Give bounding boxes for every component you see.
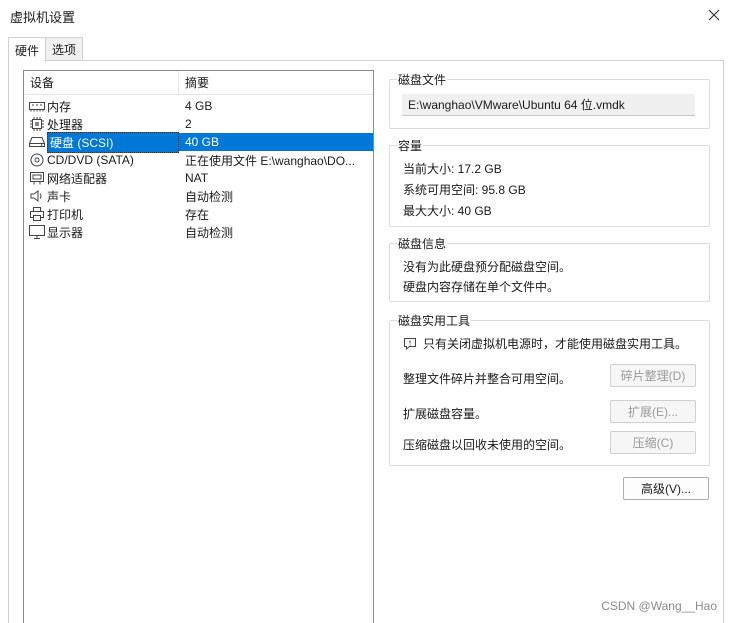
tab-strip: 硬件 选项 [8, 37, 84, 62]
group-title: 磁盘文件 [397, 71, 448, 88]
disk-file-path-field[interactable]: E:\wanghao\VMware\Ubuntu 64 位.vmdk [402, 94, 695, 116]
cd-dvd-icon [29, 153, 45, 167]
device-list[interactable]: 设备 摘要 内存 4 GB 处理器 2 硬盘 (SCSI) 40 GB CD/D… [23, 70, 374, 623]
device-summary: 40 GB [179, 133, 373, 151]
device-name: 处理器 [47, 117, 84, 132]
device-row-hard-disk[interactable]: 硬盘 (SCSI) 40 GB [24, 131, 373, 153]
device-summary: 4 GB [185, 99, 213, 113]
hard-disk-icon [29, 135, 45, 149]
device-name: 打印机 [47, 207, 84, 222]
device-name: 显示器 [47, 225, 84, 240]
close-button[interactable] [702, 3, 726, 27]
memory-icon [29, 99, 45, 113]
device-summary: NAT [185, 171, 209, 185]
group-title: 容量 [397, 137, 424, 154]
device-summary: 自动检测 [185, 225, 234, 240]
disk-info-line-1: 没有为此硬盘预分配磁盘空间。 [403, 260, 572, 274]
group-title: 磁盘实用工具 [397, 312, 472, 329]
disk-utilities-group: 磁盘实用工具 只有关闭虚拟机电源时，才能使用磁盘实用工具。 整理文件碎片并整合可… [389, 312, 710, 466]
device-summary: 存在 [185, 207, 210, 222]
disk-file-group: 磁盘文件 E:\wanghao\VMware\Ubuntu 64 位.vmdk [389, 71, 710, 129]
defragment-button[interactable]: 碎片整理(D) [610, 364, 696, 387]
processor-icon [29, 117, 45, 131]
compact-description: 压缩磁盘以回收未使用的空间。 [403, 438, 572, 452]
close-icon [708, 9, 720, 21]
tab-hardware[interactable]: 硬件 [8, 37, 47, 62]
device-row-network-adapter[interactable]: 网络适配器 NAT [24, 169, 373, 187]
capacity-group: 容量 当前大小: 17.2 GB 系统可用空间: 95.8 GB 最大大小: 4… [389, 137, 710, 227]
list-header: 设备 摘要 [24, 71, 373, 95]
group-title: 磁盘信息 [397, 235, 448, 252]
device-row-memory[interactable]: 内存 4 GB [24, 97, 373, 115]
current-size-text: 当前大小: 17.2 GB [403, 162, 502, 176]
expand-button[interactable]: 扩展(E)... [610, 400, 696, 423]
display-icon [29, 225, 45, 239]
window-title: 虚拟机设置 [10, 10, 76, 25]
disk-info-line-2: 硬盘内容存储在单个文件中。 [403, 280, 560, 294]
column-header-summary[interactable]: 摘要 [179, 71, 373, 94]
device-row-sound-card[interactable]: 声卡 自动检测 [24, 187, 373, 205]
defrag-description: 整理文件碎片并整合可用空间。 [403, 372, 572, 386]
available-space-text: 系统可用空间: 95.8 GB [403, 183, 526, 197]
disk-info-group: 磁盘信息 没有为此硬盘预分配磁盘空间。 硬盘内容存储在单个文件中。 [389, 235, 710, 302]
network-adapter-icon [29, 171, 45, 185]
device-row-processor[interactable]: 处理器 2 [24, 115, 373, 133]
device-summary: 正在使用文件 E:\wanghao\DO... [185, 153, 356, 168]
utilities-notice: 只有关闭虚拟机电源时，才能使用磁盘实用工具。 [403, 335, 687, 352]
device-row-printer[interactable]: 打印机 存在 [24, 205, 373, 223]
device-name: 内存 [47, 99, 72, 114]
tab-options[interactable]: 选项 [45, 37, 84, 61]
max-size-text: 最大大小: 40 GB [403, 204, 492, 218]
title-bar: 虚拟机设置 [0, 0, 732, 30]
device-name: CD/DVD (SATA) [47, 153, 134, 167]
sound-card-icon [29, 189, 45, 203]
utilities-notice-text: 只有关闭虚拟机电源时，才能使用磁盘实用工具。 [423, 337, 688, 351]
compact-button[interactable]: 压缩(C) [610, 431, 696, 454]
device-name: 硬盘 (SCSI) [47, 131, 179, 153]
device-summary: 2 [185, 117, 192, 131]
advanced-button[interactable]: 高级(V)... [623, 477, 709, 500]
device-row-cd-dvd[interactable]: CD/DVD (SATA) 正在使用文件 E:\wanghao\DO... [24, 151, 373, 169]
device-name: 网络适配器 [47, 171, 108, 186]
watermark: CSDN @Wang__Hao [601, 599, 717, 613]
device-summary: 自动检测 [185, 189, 234, 204]
device-row-display[interactable]: 显示器 自动检测 [24, 223, 373, 241]
info-icon [404, 338, 416, 350]
column-header-device[interactable]: 设备 [24, 71, 179, 94]
printer-icon [29, 207, 45, 221]
expand-description: 扩展磁盘容量。 [403, 407, 488, 421]
device-name: 声卡 [47, 189, 72, 204]
